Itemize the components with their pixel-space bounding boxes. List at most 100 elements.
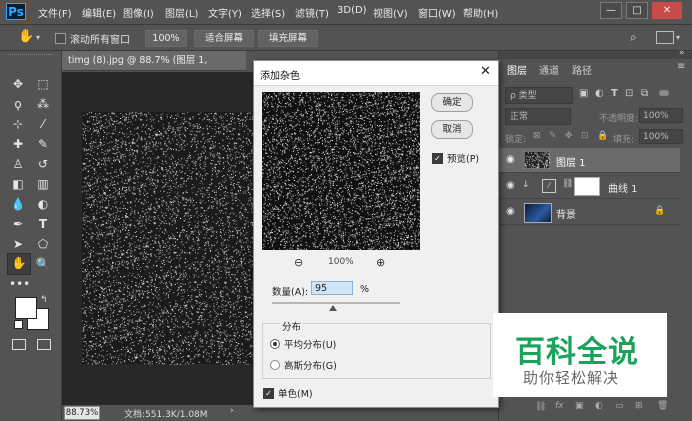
lock-artboard-icon[interactable]: ⊡ <box>581 131 589 141</box>
uniform-radio[interactable] <box>270 339 280 349</box>
gaussian-radio[interactable] <box>270 360 280 370</box>
layer-row-curves[interactable]: ◉ ↓ ⁄ ⛓ 曲线 1 <box>498 174 680 199</box>
document-tab[interactable]: timg (8).jpg @ 88.7% (图层 1, RGB/8#) * × <box>62 51 246 86</box>
visibility-eye-icon[interactable]: ◉ <box>506 154 515 165</box>
path-select-tool-icon[interactable]: ➤ <box>9 235 27 253</box>
tab-paths[interactable]: 路径 <box>572 62 592 77</box>
collapse-panel-icon[interactable]: » <box>679 48 685 58</box>
stamp-tool-icon[interactable]: ♙ <box>9 155 27 173</box>
menu-select[interactable]: 选择(S) <box>251 5 285 20</box>
monochromatic-checkbox[interactable]: ✓ <box>263 388 274 399</box>
visibility-eye-icon[interactable]: ◉ <box>506 180 515 191</box>
swap-colors-icon[interactable]: ↰ <box>40 295 48 305</box>
menu-type[interactable]: 文字(Y) <box>208 5 242 20</box>
fit-screen-button[interactable]: 适合屏幕 <box>194 30 254 47</box>
workspace-chevron-icon[interactable]: ▾ <box>676 33 680 42</box>
menu-help[interactable]: 帮助(H) <box>463 5 498 20</box>
foreground-color-swatch[interactable] <box>15 297 37 319</box>
shape-tool-icon[interactable]: ⬠ <box>34 235 52 253</box>
cancel-button[interactable]: 取消 <box>431 120 473 139</box>
lasso-tool-icon[interactable]: ϙ <box>9 95 27 113</box>
quick-mask-icon[interactable] <box>12 339 26 350</box>
dialog-close-icon[interactable]: ✕ <box>480 64 491 79</box>
zoom-100-button[interactable]: 100% <box>145 30 187 47</box>
mask-link-icon[interactable]: ⛓ <box>562 179 573 189</box>
menu-edit[interactable]: 编辑(E) <box>82 5 116 20</box>
status-menu-arrow-icon[interactable]: › <box>230 406 234 416</box>
fill-field[interactable]: 100% <box>639 129 683 144</box>
amount-slider-thumb[interactable] <box>328 305 337 311</box>
layer-mask-thumbnail[interactable] <box>574 177 600 196</box>
opacity-field[interactable]: 100% <box>639 108 683 123</box>
layer-row-layer1[interactable]: ◉ 图层 1 <box>498 148 680 173</box>
menu-3d[interactable]: 3D(D) <box>337 5 367 16</box>
delete-layer-icon[interactable]: 🗑 <box>657 401 668 411</box>
layer-kind-filter[interactable]: ρ 类型 <box>505 87 573 104</box>
dodge-tool-icon[interactable]: ◐ <box>34 195 52 213</box>
tab-channels[interactable]: 通道 <box>539 62 559 77</box>
chevron-down-icon[interactable]: ▾ <box>36 33 40 42</box>
workspace-icon[interactable] <box>656 31 674 44</box>
healing-tool-icon[interactable]: ✚ <box>9 135 27 153</box>
eraser-tool-icon[interactable]: ◧ <box>9 175 27 193</box>
layer-name[interactable]: 图层 1 <box>556 154 586 169</box>
zoom-out-icon[interactable]: ⊖ <box>294 256 303 269</box>
adjustment-layer-icon[interactable]: ◐ <box>595 401 603 411</box>
lock-all-icon[interactable]: 🔒 <box>597 131 608 141</box>
dialog-titlebar[interactable]: 添加杂色 ✕ <box>254 61 498 86</box>
marquee-tool-icon[interactable]: ⬚ <box>34 75 52 93</box>
preview-checkbox[interactable]: ✓ <box>432 153 443 164</box>
tab-layers[interactable]: 图层 <box>507 62 527 77</box>
lock-transparent-icon[interactable]: ⊠ <box>533 131 541 141</box>
gradient-tool-icon[interactable]: ▥ <box>34 175 52 193</box>
move-tool-icon[interactable]: ✥ <box>9 75 27 93</box>
link-layers-icon[interactable]: ⛓ <box>535 402 546 412</box>
restore-button[interactable]: □ <box>626 2 648 19</box>
new-layer-icon[interactable]: ⊞ <box>635 401 643 411</box>
add-mask-icon[interactable]: ▣ <box>575 401 584 411</box>
hand-tool-active-icon[interactable]: ✋ <box>7 253 31 275</box>
menu-filter[interactable]: 滤镜(T) <box>295 5 329 20</box>
new-group-icon[interactable]: ▭ <box>615 401 624 411</box>
pen-tool-icon[interactable]: ✒ <box>9 215 27 233</box>
panel-menu-icon[interactable]: ≡ <box>677 61 685 72</box>
more-tools-icon[interactable]: ••• <box>9 275 30 293</box>
filter-adjustment-icon[interactable]: ◐ <box>595 88 604 99</box>
filter-shape-icon[interactable]: ⊡ <box>625 88 633 99</box>
fx-icon[interactable]: fx <box>555 401 564 411</box>
eyedropper-tool-icon[interactable]: ⁄ <box>34 115 52 133</box>
type-tool-icon[interactable]: T <box>34 215 52 233</box>
amount-input[interactable]: 95 <box>311 281 353 295</box>
menu-image[interactable]: 图像(I) <box>123 5 154 20</box>
minimize-button[interactable]: — <box>600 2 622 19</box>
layer-name[interactable]: 曲线 1 <box>608 180 638 195</box>
menu-window[interactable]: 窗口(W) <box>418 5 456 20</box>
visibility-eye-icon[interactable]: ◉ <box>506 206 515 217</box>
amount-slider-track[interactable] <box>272 302 400 304</box>
search-icon[interactable]: ⌕ <box>630 30 637 45</box>
screen-mode-icon[interactable] <box>37 339 51 350</box>
brush-tool-icon[interactable]: ✎ <box>34 135 52 153</box>
filter-toggle[interactable] <box>659 90 669 96</box>
lock-pixels-icon[interactable]: ✎ <box>549 131 557 141</box>
blur-tool-icon[interactable]: 💧 <box>9 195 27 213</box>
menu-layer[interactable]: 图层(L) <box>165 5 198 20</box>
default-colors-icon[interactable] <box>14 320 23 329</box>
blend-mode-select[interactable]: 正常 <box>505 108 571 125</box>
menu-view[interactable]: 视图(V) <box>373 5 408 20</box>
zoom-in-icon[interactable]: ⊕ <box>376 256 385 269</box>
filter-type-icon[interactable]: T <box>611 88 618 99</box>
hand-tool-icon[interactable]: ✋ <box>18 29 34 44</box>
magic-wand-tool-icon[interactable]: ⁂ <box>34 95 52 113</box>
noise-preview[interactable] <box>262 92 420 250</box>
filter-pixel-icon[interactable]: ▣ <box>579 88 588 99</box>
lock-position-icon[interactable]: ✥ <box>565 131 573 141</box>
menu-file[interactable]: 文件(F) <box>38 5 72 20</box>
zoom-field[interactable]: 88.73% <box>64 406 100 420</box>
fill-screen-button[interactable]: 填充屏幕 <box>258 30 318 47</box>
filter-smart-icon[interactable]: ⧉ <box>641 88 648 99</box>
scroll-all-checkbox[interactable] <box>55 33 66 44</box>
close-window-button[interactable]: ✕ <box>652 2 682 19</box>
ok-button[interactable]: 确定 <box>431 93 473 112</box>
crop-tool-icon[interactable]: ⊹ <box>9 115 27 133</box>
